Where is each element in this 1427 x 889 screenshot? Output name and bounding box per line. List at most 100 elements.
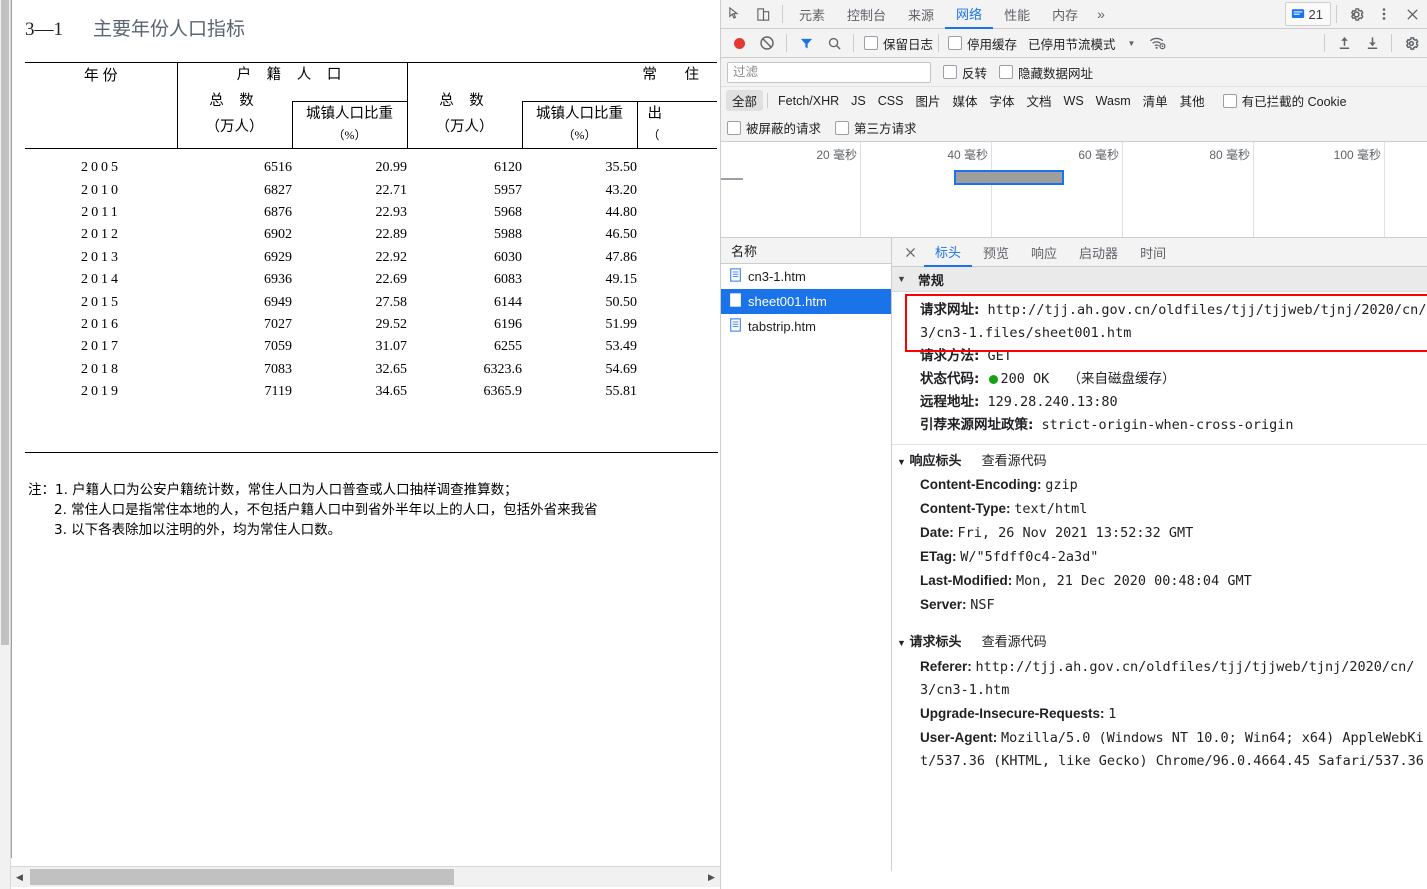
scroll-left-arrow-icon[interactable]: ◀ [11, 867, 28, 887]
detail-tab-响应[interactable]: 响应 [1020, 239, 1068, 266]
general-section-header[interactable]: ▼ 常规 [892, 267, 1427, 292]
cell-resident-urban: 50.50 [605, 294, 638, 310]
request-row[interactable]: cn3-1.htm [721, 264, 891, 289]
resource-type-Fetch/XHR[interactable]: Fetch/XHR [772, 93, 845, 109]
devtools-tab-来源[interactable]: 来源 [897, 1, 945, 28]
cell-resident-total: 6196 [494, 316, 522, 332]
devtools-tab-控制台[interactable]: 控制台 [836, 1, 897, 28]
cell-hukou-total: 6936 [264, 272, 292, 288]
extra-filter-row: 被屏蔽的请求 第三方请求 [721, 114, 1427, 142]
search-button[interactable] [820, 30, 848, 56]
clear-requests-button[interactable] [753, 30, 781, 56]
response-headers-title-wrap: ▼ 响应标头 [897, 450, 962, 469]
resource-type-清单[interactable]: 清单 [1137, 90, 1174, 111]
page-horizontal-scrollbar[interactable]: ◀ ▶ [11, 866, 720, 887]
request-headers-section-header[interactable]: ▼ 请求标头 查看源代码 [892, 625, 1427, 655]
inspect-element-icon[interactable] [721, 1, 749, 27]
resource-type-WS[interactable]: WS [1058, 93, 1090, 109]
page-vertical-scrollbar-thumb[interactable] [1, 0, 9, 645]
close-detail-icon[interactable] [896, 239, 924, 265]
scroll-right-arrow-icon[interactable]: ▶ [703, 867, 720, 887]
throttling-value[interactable]: 已停用节流模式 [1028, 34, 1116, 53]
resource-type-JS[interactable]: JS [845, 93, 872, 109]
import-har-icon[interactable] [1330, 30, 1358, 56]
header-hukou-total: 总 数 （万人） [176, 89, 292, 149]
response-header-value: Fri, 26 Nov 2021 13:52:32 GMT [957, 525, 1194, 541]
message-icon [1291, 9, 1304, 18]
device-toolbar-icon[interactable] [749, 1, 777, 27]
resource-type-文档[interactable]: 文档 [1021, 90, 1058, 111]
record-button[interactable] [725, 30, 753, 56]
throttling-chevron-down-icon[interactable]: ▼ [1128, 39, 1136, 48]
response-header-row: Date: Fri, 26 Nov 2021 13:52:32 GMT [920, 521, 1427, 545]
blocked-cookies-checkbox[interactable]: 有已拦截的 Cookie [1222, 91, 1347, 110]
resource-type-全部[interactable]: 全部 [726, 90, 764, 111]
settings-gear-icon[interactable] [1342, 1, 1370, 27]
toolbar-divider-4 [1324, 34, 1325, 52]
devtools-tab-内存[interactable]: 内存 [1041, 1, 1089, 28]
browser-page-pane: 3—1 主要年份人口指标 年 份 户 籍 人 口 常 住 总 数 （万人） 总 … [0, 0, 720, 889]
request-list-header[interactable]: 名称 [721, 238, 891, 264]
filter-toggle-button[interactable] [792, 30, 820, 56]
cell-birth-rate [637, 359, 717, 381]
cell-hukou-urban: 29.52 [375, 316, 408, 332]
page-vertical-scrollbar[interactable] [0, 0, 11, 889]
third-party-checkbox[interactable]: 第三方请求 [835, 118, 917, 137]
overview-selected-request-bar[interactable] [954, 170, 1064, 185]
detail-tab-预览[interactable]: 预览 [972, 239, 1020, 266]
table-row: 2011 6876 22.93 5968 44.80 [25, 202, 717, 224]
network-overview-timeline[interactable]: 20 毫秒 40 毫秒 60 毫秒 80 毫秒 100 毫秒 [721, 142, 1427, 238]
request-rows: cn3-1.htm sheet001.htm tabstrip.htm [721, 264, 891, 339]
cell-hukou-total: 6949 [264, 294, 292, 310]
request-row[interactable]: tabstrip.htm [721, 314, 891, 339]
overview-tick: 100 毫秒 [1334, 142, 1385, 237]
network-split-pane: 名称 cn3-1.htm sheet001.htm tabstrip.htm 标头预… [721, 238, 1427, 871]
cell-hukou-urban: 20.99 [375, 160, 408, 176]
blocked-requests-checkbox[interactable]: 被屏蔽的请求 [727, 118, 821, 137]
request-row[interactable]: sheet001.htm [721, 289, 891, 314]
request-headers-title: 请求标头 [909, 633, 962, 649]
more-options-kebab-icon[interactable] [1370, 1, 1398, 27]
cell-resident-total: 6083 [494, 272, 522, 288]
disable-cache-checkbox[interactable]: 停用缓存 [948, 34, 1017, 53]
cell-hukou-total: 7083 [264, 361, 292, 377]
close-devtools-icon[interactable] [1398, 1, 1426, 27]
request-list: 名称 cn3-1.htm sheet001.htm tabstrip.htm [721, 238, 892, 871]
detail-tab-启动器[interactable]: 启动器 [1068, 239, 1129, 266]
filter-input[interactable] [727, 61, 931, 83]
header-spacer-1 [292, 89, 408, 102]
resource-type-CSS[interactable]: CSS [872, 93, 910, 109]
resource-type-其他[interactable]: 其他 [1174, 90, 1211, 111]
more-tabs-icon[interactable]: » [1089, 1, 1113, 28]
cell-birth-rate [637, 291, 717, 313]
resource-type-字体[interactable]: 字体 [983, 90, 1020, 111]
cell-hukou-total: 7119 [264, 384, 292, 400]
status-code-note: （来自磁盘缓存） [1067, 371, 1176, 387]
request-headers-view-source[interactable]: 查看源代码 [982, 631, 1047, 650]
network-conditions-icon[interactable] [1143, 30, 1171, 56]
request-url-value[interactable]: http://tjj.ah.gov.cn/oldfiles/tjj/tjjweb… [920, 302, 1426, 341]
response-headers-view-source[interactable]: 查看源代码 [982, 450, 1047, 469]
invert-checkbox[interactable]: 反转 [943, 63, 987, 82]
request-header-value: http://tjj.ah.gov.cn/oldfiles/tjj/tjjweb… [920, 659, 1415, 698]
export-har-icon[interactable] [1358, 30, 1386, 56]
page-horizontal-scrollbar-thumb[interactable] [30, 869, 454, 885]
document-icon [729, 268, 742, 285]
hide-data-urls-checkbox[interactable]: 隐藏数据网址 [999, 63, 1093, 82]
devtools-tab-性能[interactable]: 性能 [993, 1, 1041, 28]
resource-type-图片[interactable]: 图片 [909, 90, 946, 111]
resource-type-媒体[interactable]: 媒体 [946, 90, 983, 111]
console-message-badge[interactable]: 21 [1284, 2, 1331, 26]
request-row-name: cn3-1.htm [748, 269, 806, 284]
devtools-tab-元素[interactable]: 元素 [788, 1, 836, 28]
preserve-log-checkbox[interactable]: 保留日志 [864, 34, 933, 53]
detail-tab-标头[interactable]: 标头 [924, 238, 973, 267]
devtools-tabbar: 元素 控制台 来源 网络 性能 内存 » 21 [721, 0, 1427, 29]
response-headers-section-header[interactable]: ▼ 响应标头 查看源代码 [892, 445, 1427, 473]
resource-type-Wasm[interactable]: Wasm [1090, 93, 1137, 109]
devtools-tab-网络[interactable]: 网络 [945, 0, 994, 29]
network-settings-gear-icon[interactable] [1397, 30, 1425, 56]
detail-tab-时间[interactable]: 时间 [1129, 239, 1177, 266]
cell-hukou-total: 7059 [264, 339, 292, 355]
search-icon [828, 37, 841, 50]
